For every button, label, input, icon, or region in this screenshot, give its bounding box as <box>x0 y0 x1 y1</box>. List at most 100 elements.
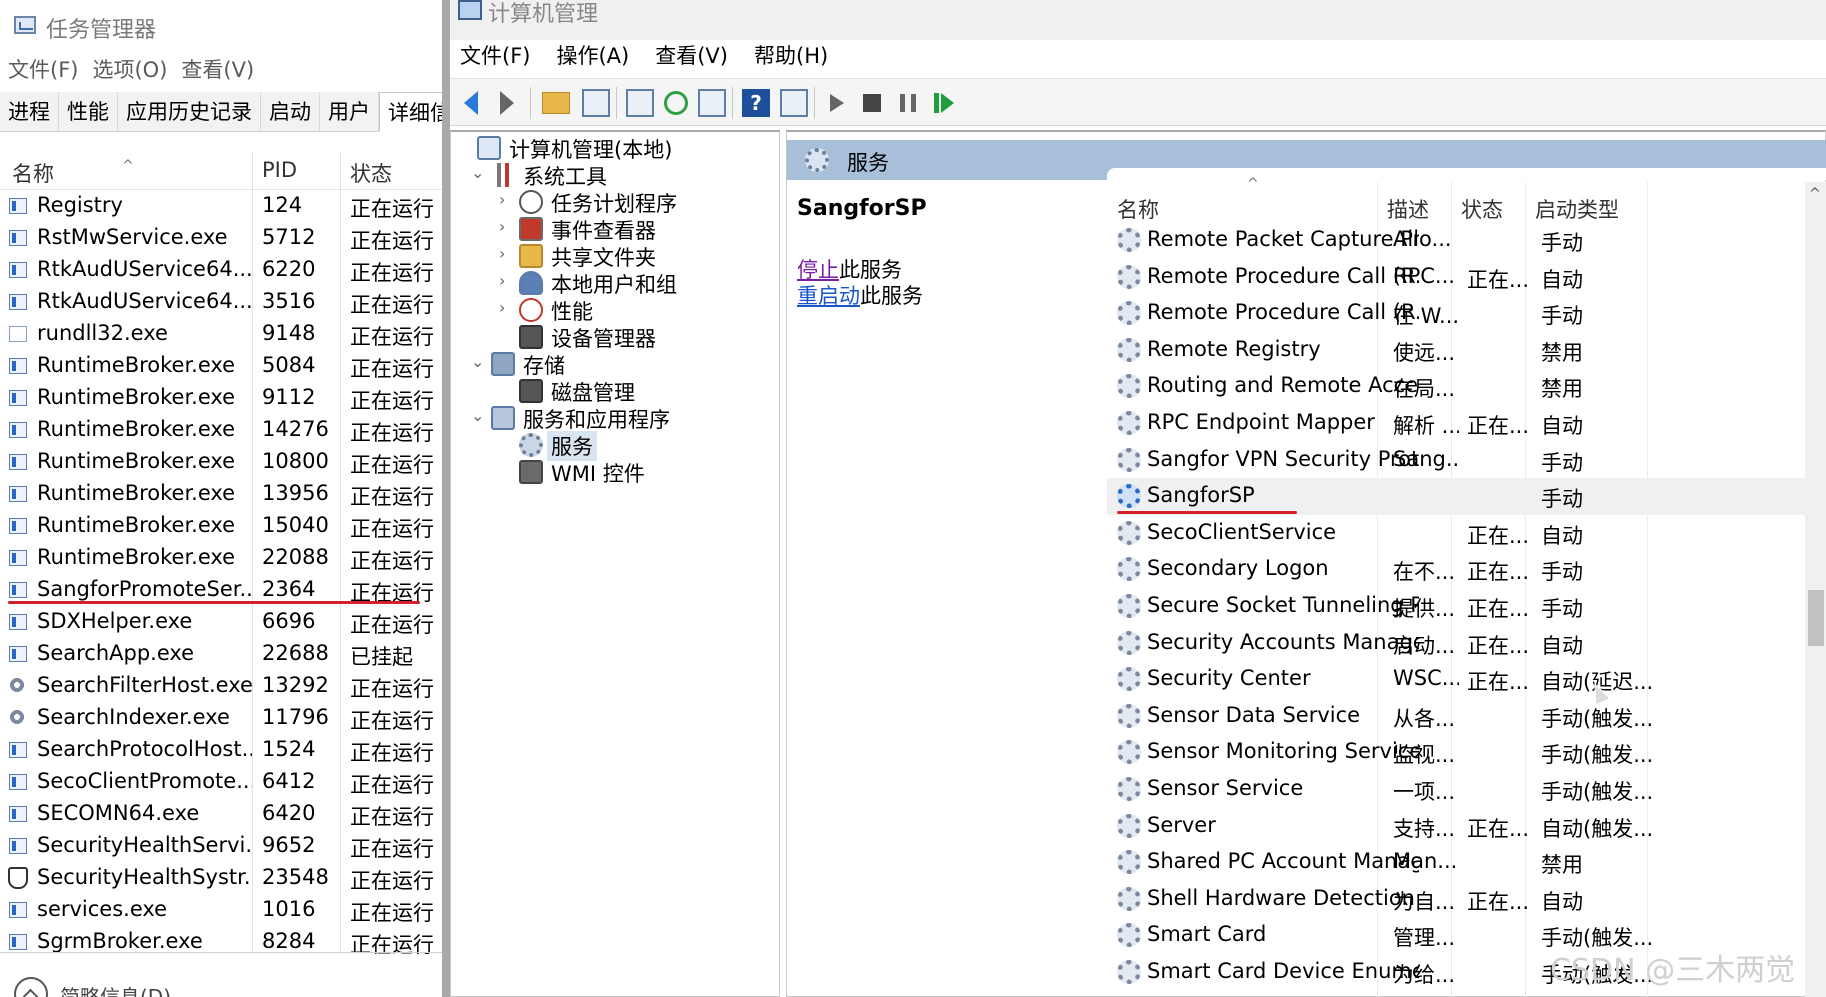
stop-service-link[interactable]: 停止 <box>797 258 839 282</box>
start-service-icon[interactable] <box>830 94 844 112</box>
service-row[interactable]: Sensor Data Service 从各... 手动(触发... <box>1107 698 1807 735</box>
column-header-name[interactable]: 名称 <box>1117 194 1159 224</box>
process-row[interactable]: rundll32.exe 9148 正在运行 <box>0 318 442 350</box>
process-row[interactable]: RtkAudUService64.... 3516 正在运行 <box>0 286 442 318</box>
process-row[interactable]: RstMwService.exe 5712 正在运行 <box>0 222 442 254</box>
forward-arrow-icon[interactable] <box>500 91 514 115</box>
menu-view[interactable]: 查看(V) <box>655 40 728 78</box>
process-row[interactable]: SearchIndexer.exe 11796 正在运行 <box>0 702 442 734</box>
service-row[interactable]: Sangfor VPN Security Prot... Sang... 手动 <box>1107 442 1807 479</box>
process-row[interactable]: RuntimeBroker.exe 10800 正在运行 <box>0 446 442 478</box>
expand-toggle-icon[interactable]: ⌄ <box>471 406 487 425</box>
menu-view[interactable]: 查看(V) <box>181 54 254 88</box>
scroll-up-icon[interactable]: ^ <box>1809 186 1821 202</box>
pause-service-icon[interactable] <box>900 94 916 112</box>
expand-toggle-icon[interactable]: ⌄ <box>471 163 487 182</box>
back-arrow-icon[interactable] <box>464 91 478 115</box>
tab-startup[interactable]: 启动 <box>261 92 320 132</box>
service-row[interactable]: Security Center WSC... 正在... 自动(延迟... <box>1107 661 1807 698</box>
process-row[interactable]: SecurityHealthSystr... 23548 正在运行 <box>0 862 442 894</box>
menu-action[interactable]: 操作(A) <box>556 40 629 78</box>
export-list-icon[interactable] <box>698 89 726 117</box>
properties-icon[interactable] <box>626 89 654 117</box>
stop-service-icon[interactable] <box>863 94 881 112</box>
help-icon[interactable]: ? <box>742 89 770 117</box>
gear-icon <box>1117 520 1141 545</box>
service-row[interactable]: Security Accounts Manager 启动... 正在... 自动 <box>1107 625 1807 662</box>
tab-users[interactable]: 用户 <box>320 92 379 132</box>
up-folder-icon[interactable] <box>542 92 570 114</box>
scrollbar-thumb[interactable] <box>1808 590 1824 646</box>
tab-processes[interactable]: 进程 <box>0 92 59 132</box>
process-row[interactable]: RuntimeBroker.exe 9112 正在运行 <box>0 382 442 414</box>
column-header-startup-type[interactable]: 启动类型 <box>1535 194 1619 224</box>
show-hide-tree-icon[interactable] <box>582 89 610 117</box>
service-row[interactable]: Remote Registry 使远... 禁用 <box>1107 332 1807 369</box>
column-header-description[interactable]: 描述 <box>1387 194 1429 224</box>
service-row[interactable]: Remote Procedure Call (R... 在 W... 手动 <box>1107 295 1807 332</box>
service-row[interactable]: Sensor Monitoring Service 监视... 手动(触发... <box>1107 734 1807 771</box>
expand-toggle-icon[interactable]: › <box>499 244 515 263</box>
tab-performance[interactable]: 性能 <box>59 92 118 132</box>
process-name: RuntimeBroker.exe <box>37 545 236 569</box>
tree-node-label: 设备管理器 <box>551 327 656 351</box>
process-row[interactable]: RtkAudUService64.... 6220 正在运行 <box>0 254 442 286</box>
service-row[interactable]: SangforSP 手动 <box>1107 478 1807 515</box>
column-header-name[interactable]: 名称 <box>12 158 54 188</box>
vertical-scrollbar[interactable]: ^ <box>1805 182 1826 997</box>
process-row[interactable]: SearchFilterHost.exe 13292 正在运行 <box>0 670 442 702</box>
service-name: Routing and Remote Access <box>1147 373 1419 398</box>
menu-file[interactable]: 文件(F) <box>460 40 530 78</box>
process-row[interactable]: SecurityHealthServi... 9652 正在运行 <box>0 830 442 862</box>
collapse-details-icon[interactable] <box>14 977 48 997</box>
process-row[interactable]: SearchProtocolHost... 1524 正在运行 <box>0 734 442 766</box>
process-row[interactable]: SDXHelper.exe 6696 正在运行 <box>0 606 442 638</box>
process-name: RstMwService.exe <box>37 225 228 249</box>
column-header-status[interactable]: 状态 <box>1461 194 1503 224</box>
tree-node-label: 事件查看器 <box>551 219 656 243</box>
process-row[interactable]: SECOMN64.exe 6420 正在运行 <box>0 798 442 830</box>
expand-toggle-icon[interactable]: ⌄ <box>471 352 487 371</box>
menu-file[interactable]: 文件(F) <box>8 54 78 88</box>
tab-app-history[interactable]: 应用历史记录 <box>118 92 261 132</box>
expand-toggle-icon[interactable]: › <box>499 217 515 236</box>
process-row[interactable]: RuntimeBroker.exe 5084 正在运行 <box>0 350 442 382</box>
process-row[interactable]: SearchApp.exe 22688 已挂起 <box>0 638 442 670</box>
process-row[interactable]: RuntimeBroker.exe 22088 正在运行 <box>0 542 442 574</box>
service-name: SangforSP <box>1147 483 1255 508</box>
task-manager-tabs: 进程 性能 应用历史记录 启动 用户 详细信息 <box>0 92 442 132</box>
service-row[interactable]: Secondary Logon 在不... 正在... 手动 <box>1107 551 1807 588</box>
column-header-pid[interactable]: PID <box>262 158 297 182</box>
refresh-icon[interactable] <box>664 91 688 115</box>
view-pane-icon[interactable] <box>780 89 808 117</box>
service-row[interactable]: SecoClientService 正在... 自动 <box>1107 515 1807 552</box>
menu-options[interactable]: 选项(O) <box>92 54 167 88</box>
service-row[interactable]: Sensor Service 一项... 手动(触发... <box>1107 771 1807 808</box>
service-row[interactable]: Routing and Remote Access 在局... 禁用 <box>1107 368 1807 405</box>
service-row[interactable]: Shared PC Account Manager Man... 禁用 <box>1107 844 1807 881</box>
restart-service-link[interactable]: 重启动 <box>797 284 860 308</box>
expand-toggle-icon[interactable]: › <box>499 190 515 209</box>
process-name: SECOMN64.exe <box>37 801 200 825</box>
expand-toggle-icon[interactable]: › <box>499 271 515 290</box>
tab-details[interactable]: 详细信息 <box>379 92 442 132</box>
process-row[interactable]: RuntimeBroker.exe 15040 正在运行 <box>0 510 442 542</box>
service-row[interactable]: Remote Packet Capture Pr... Allo... 手动 <box>1107 222 1807 259</box>
service-row[interactable]: RPC Endpoint Mapper 解析 ... 正在... 自动 <box>1107 405 1807 442</box>
process-row[interactable]: RuntimeBroker.exe 13956 正在运行 <box>0 478 442 510</box>
process-row[interactable]: services.exe 1016 正在运行 <box>0 894 442 926</box>
column-header-status[interactable]: 状态 <box>350 158 392 188</box>
service-row[interactable]: Shell Hardware Detection 为自... 正在... 自动 <box>1107 881 1807 918</box>
menu-help[interactable]: 帮助(H) <box>754 40 828 78</box>
service-row[interactable]: Remote Procedure Call (R... RPC... 正在... 自动 <box>1107 259 1807 296</box>
task-manager-titlebar[interactable]: 任务管理器 <box>0 0 442 52</box>
computer-management-titlebar[interactable]: 计算机管理 <box>450 0 1826 40</box>
service-row[interactable]: Server 支持... 正在... 自动(触发... <box>1107 808 1807 845</box>
process-row[interactable]: SecoClientPromote... 6412 正在运行 <box>0 766 442 798</box>
process-row[interactable]: RuntimeBroker.exe 14276 正在运行 <box>0 414 442 446</box>
restart-service-icon[interactable] <box>934 93 954 113</box>
expand-toggle-icon[interactable]: › <box>499 298 515 317</box>
service-row[interactable]: Secure Socket Tunneling P... 提供... 正在... 手动 <box>1107 588 1807 625</box>
process-row[interactable]: Registry 124 正在运行 <box>0 190 442 222</box>
fewer-details-link[interactable]: 简略信息(D) <box>60 981 171 997</box>
